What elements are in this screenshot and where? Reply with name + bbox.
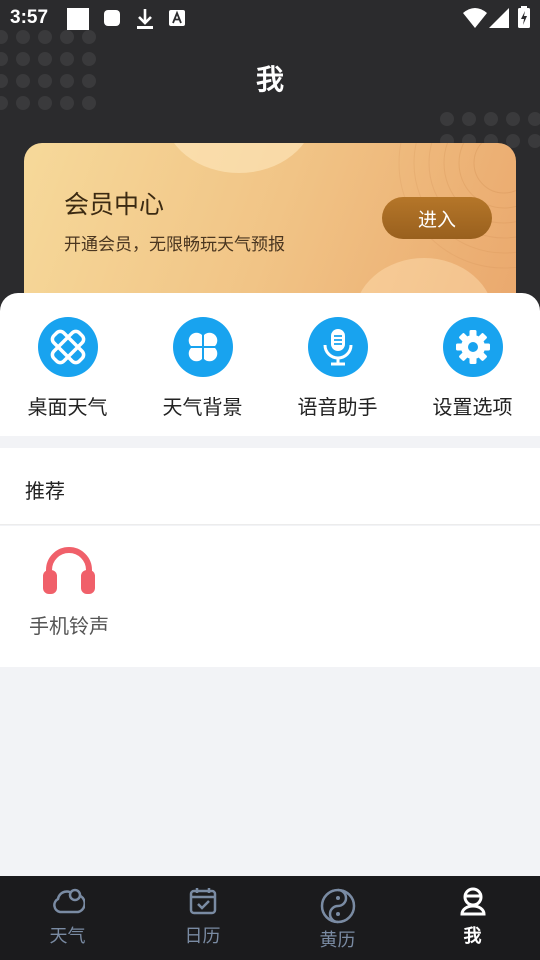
feature-label: 语音助手 [297,395,378,419]
recommend-title: 推荐 [25,479,65,503]
widget-icon [37,317,98,377]
app-notification-icon [104,10,120,26]
nav-item-weather[interactable]: 天气 [0,876,135,960]
download-icon [137,9,153,29]
bottom-nav: 天气 日历 黄历 我 [0,876,540,960]
feature-desktop-weather[interactable]: 桌面天气 [0,317,135,420]
nav-label: 黄历 [319,930,356,951]
feature-voice-assistant[interactable]: 语音助手 [270,317,405,420]
battery-charging-icon [518,6,530,28]
yin-yang-icon [320,888,355,924]
nav-item-me[interactable]: 我 [405,876,540,960]
recommend-item-label: 手机铃声 [29,614,109,638]
feature-settings[interactable]: 设置选项 [405,317,540,420]
notification-square-icon [67,8,89,30]
wifi-icon [463,8,487,28]
recommend-item-ringtone[interactable]: 手机铃声 [24,544,114,639]
feature-label: 桌面天气 [27,395,108,419]
clover-icon [172,317,233,377]
vip-enter-button[interactable]: 进入 [382,197,492,239]
recommend-header: 推荐 [0,448,540,525]
calendar-icon [189,888,216,915]
status-time: 3:57 [10,7,49,28]
feature-label: 天气背景 [162,395,243,419]
nav-item-calendar[interactable]: 日历 [135,876,270,960]
feature-grid: 桌面天气 天气背景 语音助手 设置选项 [0,293,540,436]
status-bar: 3:57 [0,0,540,36]
signal-icon [489,8,509,28]
feature-label: 设置选项 [432,395,513,419]
vip-title: 会员中心 [64,190,165,219]
headphones-icon [43,547,95,594]
page-title: 我 [255,63,284,96]
person-icon [459,887,486,916]
feature-weather-background[interactable]: 天气背景 [135,317,270,420]
gear-icon [442,317,503,377]
cloud-icon [52,888,85,914]
keyboard-a-icon [169,10,185,26]
microphone-icon [307,317,368,377]
nav-item-almanac[interactable]: 黄历 [270,876,405,960]
nav-label: 日历 [184,926,221,947]
nav-label: 我 [463,926,482,947]
nav-label: 天气 [49,926,86,947]
vip-subtitle: 开通会员，无限畅玩天气预报 [64,235,285,255]
recommend-list: 手机铃声 [0,526,540,667]
